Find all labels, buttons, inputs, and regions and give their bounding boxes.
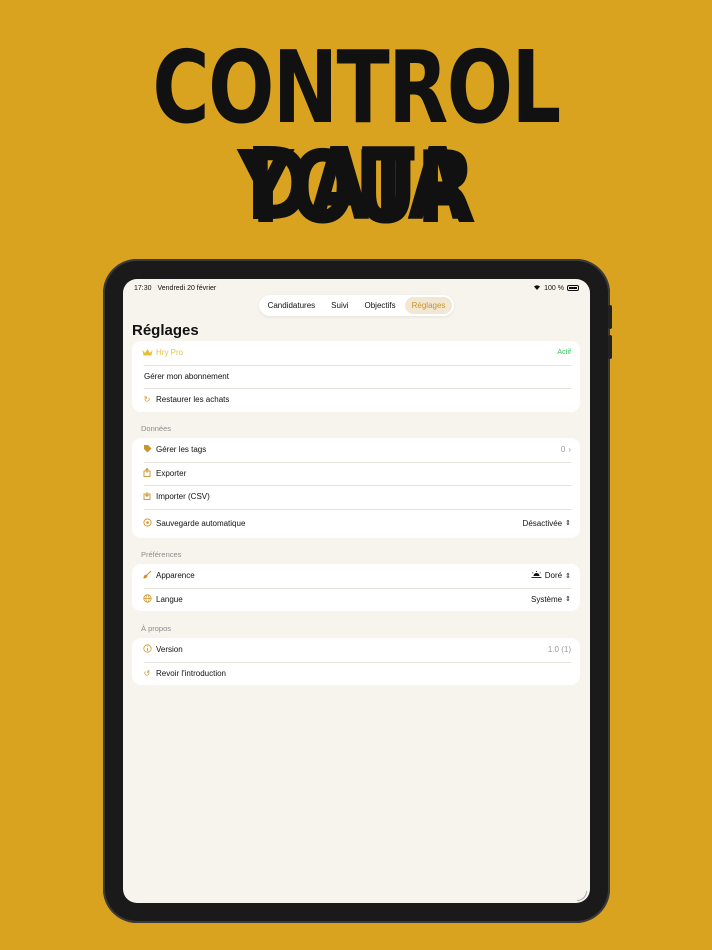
page-title: Réglages bbox=[132, 322, 199, 339]
pro-status: Actif bbox=[557, 349, 571, 357]
restore-purchases-row[interactable]: ↻ Restaurer les achats bbox=[132, 388, 580, 412]
paintbrush-icon bbox=[141, 570, 153, 581]
up-down-chevron-icon: ⇕ bbox=[565, 520, 571, 527]
tab-suivi[interactable]: Suivi bbox=[324, 297, 355, 314]
pro-label: Hry Pro bbox=[156, 348, 184, 358]
status-time: 17:30 bbox=[134, 284, 152, 292]
autosave-select[interactable]: Désactivée ⇕ bbox=[523, 519, 571, 528]
import-label: Importer (CSV) bbox=[156, 492, 210, 502]
sun-horizon-icon bbox=[531, 570, 542, 581]
restore-purchases-label: Restaurer les achats bbox=[156, 395, 230, 405]
language-label: Langue bbox=[156, 594, 183, 604]
autosave-label: Sauvegarde automatique bbox=[156, 518, 246, 528]
wifi-icon bbox=[533, 284, 541, 292]
pro-row[interactable]: Hry Pro Actif bbox=[132, 341, 580, 365]
import-row[interactable]: Importer (CSV) bbox=[132, 485, 580, 509]
tag-icon bbox=[141, 444, 153, 455]
info-icon bbox=[141, 644, 153, 655]
screen: 17:30 Vendredi 20 février 100 % Candidat… bbox=[123, 279, 590, 903]
battery-icon bbox=[567, 285, 579, 291]
section-header-data: Données bbox=[141, 424, 172, 433]
up-down-chevron-icon: ⇕ bbox=[565, 596, 571, 604]
intro-label: Revoir l'introduction bbox=[156, 668, 227, 678]
chevron-right-icon: › bbox=[568, 445, 571, 455]
export-label: Exporter bbox=[156, 468, 187, 478]
version-label: Version bbox=[156, 645, 183, 655]
appearance-select[interactable]: Doré ⇕ bbox=[531, 570, 571, 581]
language-select[interactable]: Système ⇕ bbox=[531, 595, 571, 604]
status-bar: 17:30 Vendredi 20 février 100 % bbox=[134, 282, 579, 294]
appearance-row[interactable]: Apparence Doré ⇕ bbox=[132, 564, 580, 588]
status-date: Vendredi 20 février bbox=[157, 284, 217, 292]
autosave-row[interactable]: Sauvegarde automatique Désactivée ⇕ bbox=[132, 508, 580, 538]
up-down-chevron-icon: ⇕ bbox=[565, 572, 571, 580]
preferences-card: Apparence Doré ⇕ Langue Système ⇕ bbox=[132, 564, 580, 611]
version-value: 1.0 (1) bbox=[547, 645, 571, 655]
globe-icon bbox=[141, 594, 153, 605]
tab-reglages[interactable]: Réglages bbox=[404, 297, 453, 314]
volume-button bbox=[608, 305, 612, 329]
corner-indicator bbox=[577, 891, 587, 901]
replay-icon: ↺ bbox=[143, 668, 151, 678]
volume-button-2 bbox=[608, 335, 612, 359]
headline-line-2: DATA bbox=[245, 126, 468, 243]
tags-count: 0 › bbox=[560, 445, 571, 455]
tab-candidatures[interactable]: Candidatures bbox=[261, 297, 323, 314]
intro-row[interactable]: ↺ Revoir l'introduction bbox=[132, 661, 580, 686]
section-header-about: À propos bbox=[141, 624, 172, 633]
data-card: Gérer les tags 0 › Exporter Importer (CSV… bbox=[132, 438, 580, 538]
manage-subscription-row[interactable]: Gérer mon abonnement bbox=[132, 364, 580, 389]
crown-icon bbox=[141, 348, 153, 358]
autosave-icon bbox=[141, 517, 153, 529]
share-icon bbox=[141, 467, 153, 479]
manage-tags-label: Gérer les tags bbox=[156, 445, 207, 455]
manage-tags-row[interactable]: Gérer les tags 0 › bbox=[132, 438, 580, 462]
restore-icon: ↻ bbox=[143, 395, 151, 405]
subscription-card: Hry Pro Actif Gérer mon abonnement ↻ Res… bbox=[132, 341, 580, 412]
about-card: Version 1.0 (1) ↺ Revoir l'introduction bbox=[132, 638, 580, 685]
battery-percent: 100 % bbox=[544, 284, 564, 292]
tab-objectifs[interactable]: Objectifs bbox=[358, 297, 403, 314]
ipad-frame: 17:30 Vendredi 20 février 100 % Candidat… bbox=[103, 259, 612, 923]
version-row: Version 1.0 (1) bbox=[132, 638, 580, 662]
manage-subscription-label: Gérer mon abonnement bbox=[144, 371, 229, 381]
language-row[interactable]: Langue Système ⇕ bbox=[132, 587, 580, 612]
tab-bar: Candidatures Suivi Objectifs Réglages bbox=[258, 295, 455, 316]
import-icon bbox=[141, 491, 153, 502]
appearance-label: Apparence bbox=[156, 571, 195, 581]
export-row[interactable]: Exporter bbox=[132, 461, 580, 486]
section-header-preferences: Préférences bbox=[141, 550, 182, 559]
